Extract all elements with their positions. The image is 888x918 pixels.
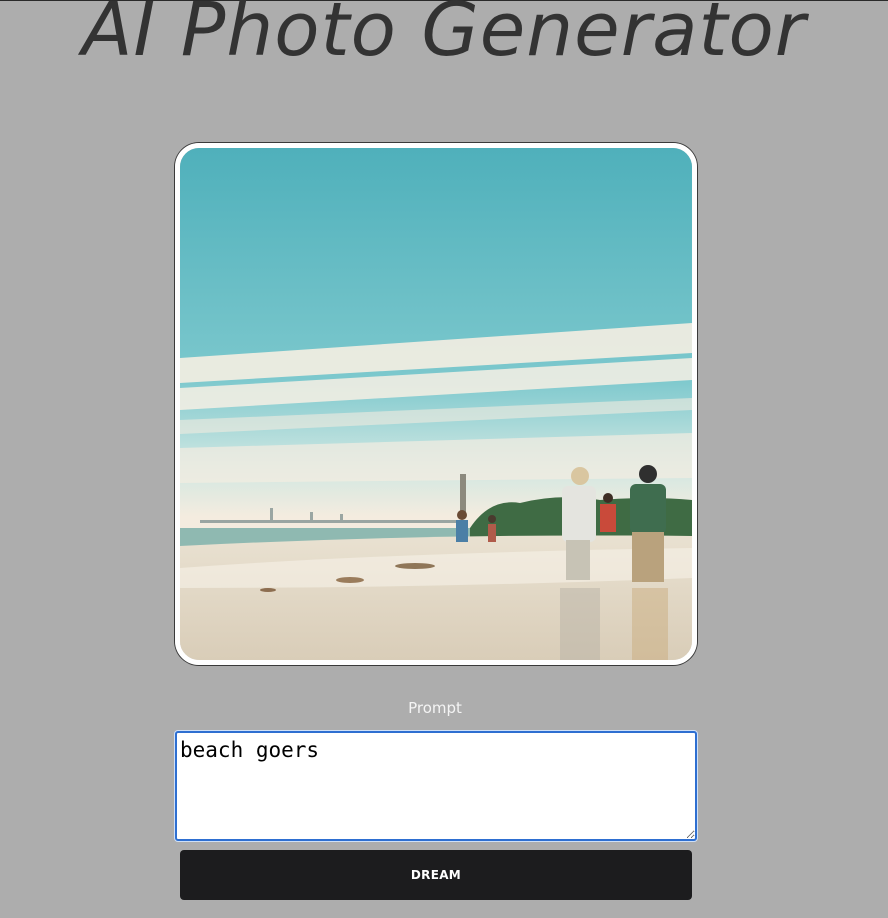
generated-image (175, 143, 697, 665)
dream-button[interactable]: DREAM (180, 850, 692, 900)
prompt-label: Prompt (408, 699, 462, 717)
prompt-input[interactable]: beach goers (175, 731, 697, 841)
page-title: AI Photo Generator (81, 0, 807, 73)
beach-photo (180, 148, 692, 660)
